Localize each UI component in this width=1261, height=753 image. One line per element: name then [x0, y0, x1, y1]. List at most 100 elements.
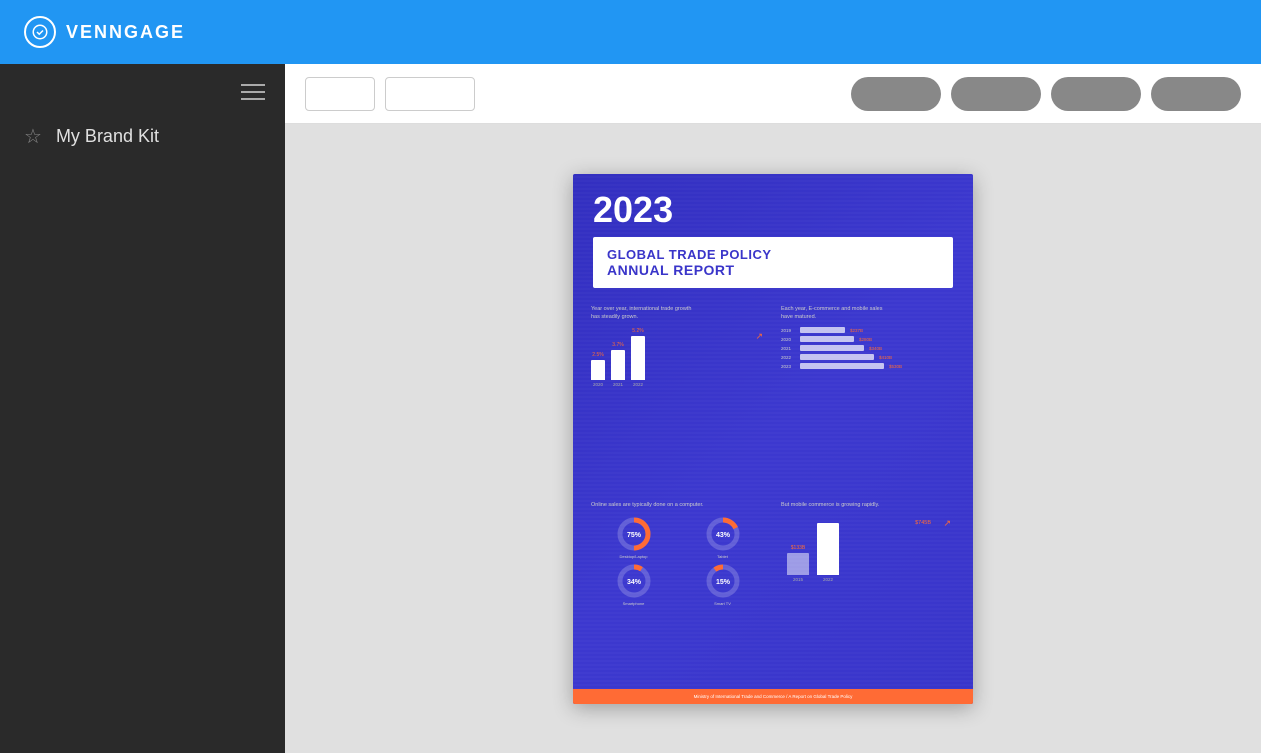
- hbar-year-2022: 2022: [781, 355, 797, 360]
- chart-panel-trade-growth: Year over year, international trade grow…: [583, 300, 773, 488]
- hbar-bar-2022: [800, 354, 874, 360]
- bar-2021: 3.7% 2021: [611, 342, 625, 387]
- title-line2: ANNUAL REPORT: [607, 262, 939, 278]
- bar-2020: 2.5% 2020: [591, 352, 605, 387]
- donut-desktop: 75% Desktop/Laptop: [591, 516, 676, 559]
- donut-chart-desktop: 75%: [616, 516, 652, 552]
- content-area: 2023 GLOBAL TRADE POLICY ANNUAL REPORT Y…: [285, 64, 1261, 753]
- hbar-val-2023: $530B: [889, 364, 902, 369]
- hbar-val-2022: $410B: [879, 355, 892, 360]
- hbar-row-2021: 2021 $340B: [781, 345, 955, 351]
- bar-rect-2020: [591, 360, 605, 380]
- donut-chart-smarttv: 15%: [705, 563, 741, 599]
- donut-grid: 75% Desktop/Laptop 43%: [591, 516, 765, 606]
- star-icon: ☆: [24, 124, 42, 149]
- chart-title-devices: Online sales are typically done on a com…: [591, 502, 765, 510]
- title-line1: GLOBAL TRADE POLICY: [607, 247, 939, 262]
- col-rect-2022: [817, 523, 839, 575]
- logo-text: VENNGAGE: [66, 22, 185, 43]
- col-trend-arrow-icon: ↗: [943, 518, 951, 529]
- svg-text:43%: 43%: [715, 532, 730, 539]
- title-box: GLOBAL TRADE POLICY ANNUAL REPORT: [593, 237, 953, 288]
- toolbar-button-2[interactable]: [385, 77, 475, 111]
- bar-year-2020: 2020: [593, 382, 603, 387]
- logo-icon: [24, 16, 56, 48]
- bar-rect-2021: [611, 350, 625, 380]
- logo-area: VENNGAGE: [24, 16, 185, 48]
- sidebar: ☆ My Brand Kit: [0, 64, 285, 753]
- donut-label-desktop: Desktop/Laptop: [619, 554, 647, 559]
- svg-text:75%: 75%: [626, 532, 641, 539]
- donut-tablet: 43% Tablet: [680, 516, 765, 559]
- col-year-2015: 2015: [793, 577, 803, 582]
- year-text: 2023: [593, 190, 953, 230]
- charts-grid-top: Year over year, international trade grow…: [573, 296, 973, 492]
- chart-panel-devices: Online sales are typically done on a com…: [583, 496, 773, 684]
- hbar-bar-2023: [800, 363, 884, 369]
- bar-pct-2021: 3.7%: [612, 342, 623, 348]
- bar-chart-left: ↗ 2.5% 2020 3.7%: [591, 327, 765, 387]
- hbar-row-2023: 2023 $530B: [781, 363, 955, 369]
- chart-title-trade-growth: Year over year, international trade grow…: [591, 306, 765, 321]
- col-rect-2015: [787, 553, 809, 575]
- donut-label-smarttv: Smart TV: [714, 601, 731, 606]
- col-bar-2015: $133B 2015: [787, 545, 809, 582]
- hbar-year-2020: 2020: [781, 337, 797, 342]
- toolbar-button-6[interactable]: [1151, 77, 1241, 111]
- bar-pct-2020: 2.5%: [592, 352, 603, 358]
- col-chart-mobile: ↗ $745B $133B 2015: [781, 516, 955, 586]
- col-year-2022: 2022: [823, 577, 833, 582]
- footer-text: Ministry of International Trade and Comm…: [593, 694, 953, 699]
- donut-chart-smartphone: 34%: [616, 563, 652, 599]
- topbar: VENNGAGE: [0, 0, 1261, 64]
- hbar-val-2021: $340B: [869, 346, 882, 351]
- hbar-row-2020: 2020 $280B: [781, 336, 955, 342]
- hbar-bar-2020: [800, 336, 854, 342]
- svg-text:34%: 34%: [626, 579, 641, 586]
- svg-text:15%: 15%: [715, 579, 730, 586]
- hbar-year-2019: 2019: [781, 328, 797, 333]
- chart-title-mobile: But mobile commerce is growing rapidly.: [781, 502, 955, 510]
- infographic-document: 2023 GLOBAL TRADE POLICY ANNUAL REPORT Y…: [573, 174, 973, 704]
- donut-smarttv: 15% Smart TV: [680, 563, 765, 606]
- toolbar-button-5[interactable]: [1051, 77, 1141, 111]
- canvas-area: 2023 GLOBAL TRADE POLICY ANNUAL REPORT Y…: [285, 124, 1261, 753]
- donut-chart-tablet: 43%: [705, 516, 741, 552]
- donut-smartphone: 34% Smartphone: [591, 563, 676, 606]
- hbar-bar-2019: [800, 327, 845, 333]
- main-layout: ☆ My Brand Kit 2023: [0, 64, 1261, 753]
- chart-title-ecommerce: Each year, E-commerce and mobile salesha…: [781, 306, 955, 321]
- trend-arrow-icon: ↗: [755, 331, 763, 342]
- toolbar: [285, 64, 1261, 124]
- donut-label-tablet: Tablet: [717, 554, 728, 559]
- bar-pct-2022: 5.2%: [632, 328, 643, 334]
- col-bar-2022: 2022: [817, 523, 839, 582]
- toolbar-button-3[interactable]: [851, 77, 941, 111]
- hbar-val-2020: $280B: [859, 337, 872, 342]
- year-section: 2023: [573, 174, 973, 230]
- hamburger-button[interactable]: [0, 74, 285, 110]
- col-value-745: $745B: [915, 520, 931, 526]
- bar-rect-2022: [631, 336, 645, 380]
- infographic-content: 2023 GLOBAL TRADE POLICY ANNUAL REPORT Y…: [573, 174, 973, 704]
- hbar-year-2023: 2023: [781, 364, 797, 369]
- hbar-row-2022: 2022 $410B: [781, 354, 955, 360]
- toolbar-button-1[interactable]: [305, 77, 375, 111]
- chart-panel-ecommerce: Each year, E-commerce and mobile salesha…: [773, 300, 963, 488]
- hbar-year-2021: 2021: [781, 346, 797, 351]
- hamburger-icon: [241, 84, 265, 100]
- hbar-chart: 2019 $237B 2020 $280B: [781, 327, 955, 369]
- sidebar-item-brand-kit[interactable]: ☆ My Brand Kit: [0, 110, 285, 163]
- hbar-bar-2021: [800, 345, 864, 351]
- donut-label-smartphone: Smartphone: [623, 601, 645, 606]
- hbar-row-2019: 2019 $237B: [781, 327, 955, 333]
- brand-kit-label: My Brand Kit: [56, 126, 159, 147]
- col-val-2015: $133B: [791, 545, 805, 551]
- infographic-footer: Ministry of International Trade and Comm…: [573, 689, 973, 704]
- toolbar-button-4[interactable]: [951, 77, 1041, 111]
- bar-2022: 5.2% 2022: [631, 328, 645, 387]
- charts-grid-bottom: Online sales are typically done on a com…: [573, 492, 973, 688]
- hbar-val-2019: $237B: [850, 328, 863, 333]
- chart-panel-mobile-commerce: But mobile commerce is growing rapidly. …: [773, 496, 963, 684]
- bar-year-2022: 2022: [633, 382, 643, 387]
